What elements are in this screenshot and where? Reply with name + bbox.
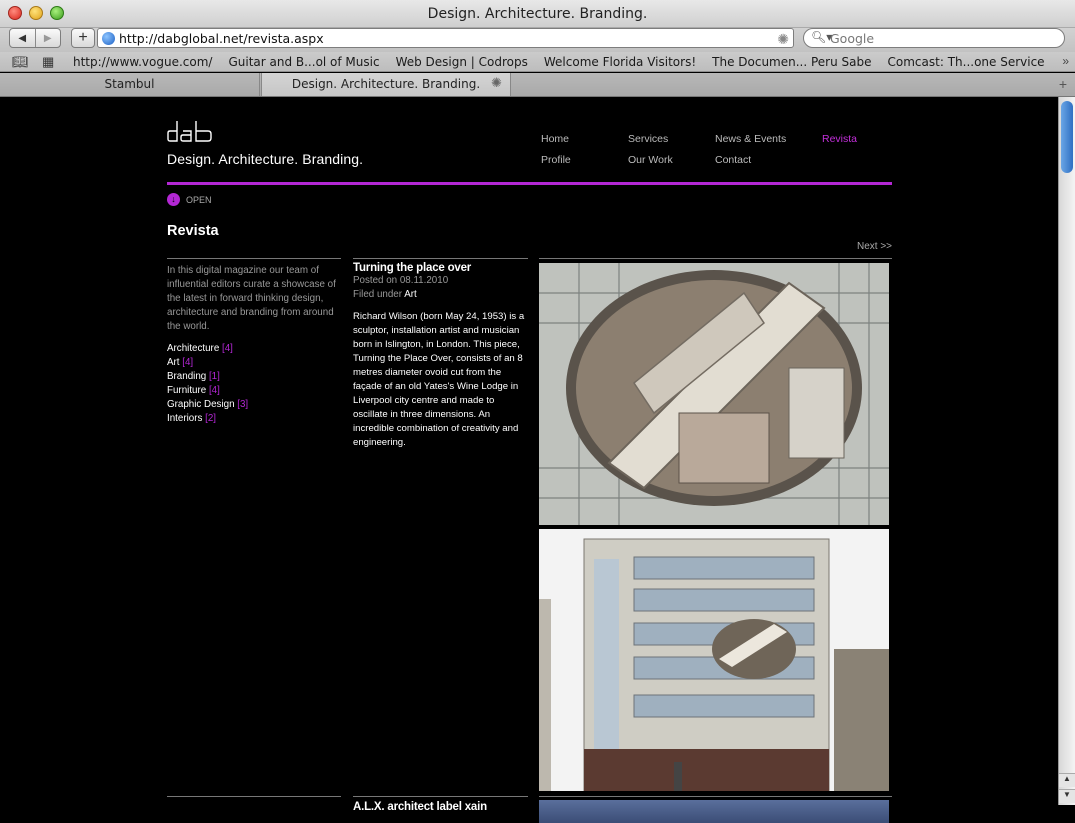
arrow-down-circle-icon: ↓ xyxy=(167,193,180,206)
search-bar[interactable]: 🔍︎▾ xyxy=(803,28,1065,48)
nav-news-events[interactable]: News & Events xyxy=(715,133,786,145)
add-bookmark-button[interactable]: + xyxy=(71,28,95,48)
tab-stambul[interactable]: Stambul xyxy=(0,73,260,96)
category-count: [4] xyxy=(208,385,220,396)
bookmark-item[interactable]: Guitar and B...ol of Music xyxy=(228,55,379,69)
category-count: [4] xyxy=(222,343,233,354)
column-divider xyxy=(167,258,341,259)
category-name: Graphic Design xyxy=(167,399,235,410)
tab-bar: Stambul Design. Architecture. Branding. … xyxy=(0,73,1075,97)
page-title: Revista xyxy=(167,223,219,239)
loading-spinner-icon: ✺ xyxy=(777,31,789,47)
next-article-image[interactable] xyxy=(539,800,889,823)
article-title[interactable]: Turning the place over xyxy=(353,262,528,274)
category-name: Branding xyxy=(167,371,207,382)
scroll-thumb[interactable] xyxy=(1061,101,1073,173)
filed-label: Filed under xyxy=(353,289,403,300)
grid-icon[interactable]: ▦ xyxy=(42,54,54,70)
category-count: [2] xyxy=(205,413,217,424)
column-divider xyxy=(353,258,528,259)
category-name: Architecture xyxy=(167,343,220,354)
forward-button[interactable]: ▶ xyxy=(34,29,61,47)
building-exterior-image xyxy=(539,529,889,791)
nav-our-work[interactable]: Our Work xyxy=(628,154,673,166)
bookmarks-bar: 📖︎ ▦ http://www.vogue.com/ Guitar and B.… xyxy=(0,52,1075,72)
category-count: [3] xyxy=(237,399,249,410)
bookmark-item[interactable]: Welcome Florida Visitors! xyxy=(544,55,696,69)
category-count: [4] xyxy=(182,357,194,368)
bookmark-item[interactable]: The Documen... Peru Sabe xyxy=(712,55,871,69)
url-input[interactable] xyxy=(119,30,759,46)
next-article-title[interactable]: A.L.X. architect label xain xyxy=(353,801,487,813)
new-tab-icon[interactable]: + xyxy=(1059,76,1067,92)
nav-contact[interactable]: Contact xyxy=(715,154,751,166)
scroll-down-icon[interactable]: ▼ xyxy=(1059,789,1075,803)
article-image[interactable] xyxy=(539,529,889,791)
article: Turning the place over Posted on 08.11.2… xyxy=(353,262,528,450)
category-item[interactable]: Furniture [4] xyxy=(167,384,340,398)
article-filed: Filed under Art xyxy=(353,288,528,302)
category-item[interactable]: Branding [1] xyxy=(167,370,340,384)
open-label: OPEN xyxy=(186,194,212,205)
nav-home[interactable]: Home xyxy=(541,133,569,145)
category-item[interactable]: Architecture [4] xyxy=(167,342,340,356)
tab-label: Stambul xyxy=(104,77,155,91)
main-nav: Home Services News & Events Revista Prof… xyxy=(541,133,891,173)
vertical-scrollbar[interactable]: ▲ ▼ xyxy=(1058,97,1075,805)
scroll-up-icon[interactable]: ▲ xyxy=(1059,773,1075,787)
plus-icon: + xyxy=(78,29,88,46)
nav-revista[interactable]: Revista xyxy=(822,133,857,145)
bookmark-item[interactable]: http://www.vogue.com/ xyxy=(73,55,212,69)
category-name: Interiors xyxy=(167,413,203,424)
book-icon[interactable]: 📖︎ xyxy=(12,54,29,70)
tab-label: Design. Architecture. Branding. xyxy=(291,77,481,91)
bookmark-item[interactable]: Comcast: Th...one Service xyxy=(888,55,1045,69)
tab-design[interactable]: Design. Architecture. Branding. ✺ xyxy=(261,73,511,96)
category-list: Architecture [4] Art [4] Branding [1] Fu… xyxy=(167,342,340,426)
article-date: Posted on 08.11.2010 xyxy=(353,275,449,286)
page-content: Design. Architecture. Branding. Home Ser… xyxy=(0,97,1058,823)
back-arrow-icon: ◀ xyxy=(18,32,27,44)
forward-arrow-icon: ▶ xyxy=(43,32,52,44)
category-item[interactable]: Art [4] xyxy=(167,356,340,370)
category-name: Art xyxy=(167,357,180,368)
nav-buttons: ◀ ▶ xyxy=(9,28,61,48)
window-title: Design. Architecture. Branding. xyxy=(427,6,648,22)
column-divider xyxy=(167,796,341,797)
filed-category-link[interactable]: Art xyxy=(404,289,417,300)
column-divider xyxy=(539,796,892,797)
header-divider xyxy=(167,182,892,185)
intro-text: In this digital magazine our team of inf… xyxy=(167,265,336,332)
column-divider xyxy=(353,796,528,797)
column-divider xyxy=(539,258,892,259)
loading-spinner-icon: ✺ xyxy=(491,76,502,91)
globe-icon xyxy=(102,32,115,45)
category-item[interactable]: Graphic Design [3] xyxy=(167,398,340,412)
category-name: Furniture xyxy=(167,385,207,396)
open-button[interactable]: ↓ OPEN xyxy=(167,193,212,206)
article-image[interactable] xyxy=(539,263,889,525)
back-button[interactable]: ◀ xyxy=(10,29,35,47)
nav-services[interactable]: Services xyxy=(628,133,668,145)
next-link[interactable]: Next >> xyxy=(857,241,892,252)
bookmark-list: http://www.vogue.com/ Guitar and B...ol … xyxy=(73,55,1045,69)
address-bar[interactable]: ✺ xyxy=(97,28,794,48)
browser-toolbar: ◀ ▶ + ✺ 🔍︎▾ xyxy=(0,28,1075,52)
window-titlebar: Design. Architecture. Branding. xyxy=(0,0,1075,28)
category-count: [1] xyxy=(208,371,220,382)
dab-logo[interactable] xyxy=(167,119,213,143)
site-tagline: Design. Architecture. Branding. xyxy=(167,151,364,167)
bookmark-item[interactable]: Web Design | Codrops xyxy=(396,55,528,69)
more-bookmarks-icon[interactable]: » xyxy=(1062,54,1069,68)
sculpture-closeup-image xyxy=(539,263,889,525)
article-body: Richard Wilson (born May 24, 1953) is a … xyxy=(353,311,525,448)
nav-profile[interactable]: Profile xyxy=(541,154,571,166)
category-item[interactable]: Interiors [2] xyxy=(167,412,340,426)
search-input[interactable] xyxy=(830,30,1050,46)
